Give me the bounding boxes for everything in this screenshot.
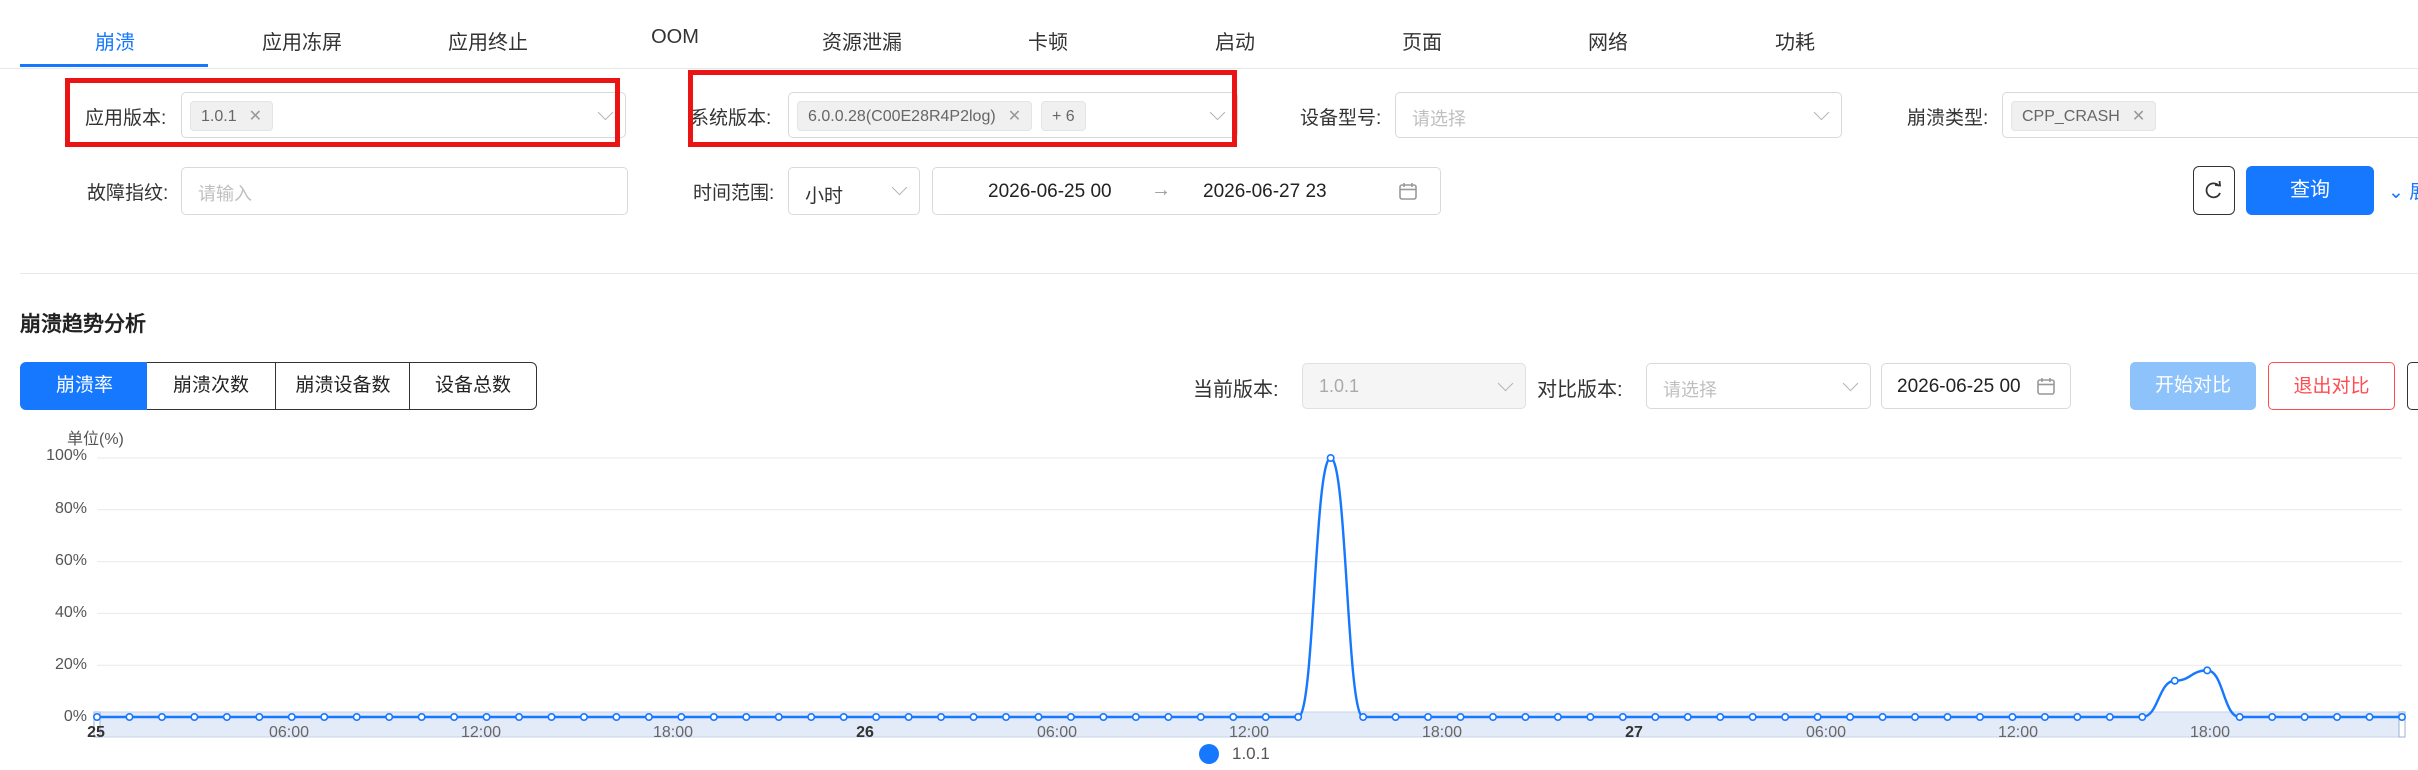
data-point — [93, 712, 102, 721]
data-point — [222, 712, 231, 721]
series-line — [96, 456, 2402, 719]
crash-rate-chart — [93, 453, 2407, 738]
data-point — [709, 712, 718, 721]
data-point — [287, 712, 296, 721]
data-point — [1294, 712, 1303, 721]
data-point — [2365, 712, 2374, 721]
x-tick-label: 12:00 — [1228, 724, 1270, 741]
data-point — [2073, 712, 2082, 721]
data-point — [1586, 712, 1595, 721]
data-point — [1781, 712, 1790, 721]
data-point — [579, 712, 588, 721]
data-point — [2138, 712, 2147, 721]
data-point — [1326, 453, 1335, 462]
data-point — [1911, 712, 1920, 721]
data-point — [2268, 712, 2277, 721]
data-point — [1521, 712, 1530, 721]
data-point — [2333, 712, 2342, 721]
x-tick-label: 27 — [1625, 724, 1643, 741]
x-tick-label: 26 — [856, 724, 874, 741]
data-point — [1683, 712, 1692, 721]
data-point — [385, 712, 394, 721]
x-tick-label: 18:00 — [652, 724, 694, 741]
data-point — [1488, 712, 1497, 721]
data-point — [1391, 712, 1400, 721]
data-point — [839, 712, 848, 721]
x-tick-label: 12:00 — [1997, 724, 2039, 741]
data-point — [1131, 712, 1140, 721]
data-point — [1359, 712, 1368, 721]
data-point — [1878, 712, 1887, 721]
data-point — [774, 712, 783, 721]
data-point — [1261, 712, 1270, 721]
data-point — [2040, 712, 2049, 721]
data-point — [157, 712, 166, 721]
data-point — [352, 712, 361, 721]
data-point — [1553, 712, 1562, 721]
data-point — [872, 712, 881, 721]
data-point — [1943, 712, 1952, 721]
data-point — [2105, 712, 2114, 721]
data-point — [450, 712, 459, 721]
data-point — [1424, 712, 1433, 721]
data-point — [969, 712, 978, 721]
data-point — [482, 712, 491, 721]
data-point — [255, 712, 264, 721]
data-point — [1066, 712, 1075, 721]
data-point — [515, 712, 524, 721]
data-point — [807, 712, 816, 721]
data-point — [1456, 712, 1465, 721]
data-point — [677, 712, 686, 721]
data-point — [937, 712, 946, 721]
data-point — [1651, 712, 1660, 721]
data-point — [644, 712, 653, 721]
data-point — [1196, 712, 1205, 721]
x-tick-label: 06:00 — [268, 724, 310, 741]
data-point — [2235, 712, 2244, 721]
data-point — [1164, 712, 1173, 721]
data-point — [1716, 712, 1725, 721]
data-point — [1846, 712, 1855, 721]
x-tick-label: 06:00 — [1036, 724, 1078, 741]
legend-label[interactable]: 1.0.1 — [1232, 744, 1270, 764]
data-point — [125, 712, 134, 721]
data-point — [1975, 712, 1984, 721]
x-tick-label: 12:00 — [460, 724, 502, 741]
data-point — [612, 712, 621, 721]
x-tick-label: 06:00 — [1805, 724, 1847, 741]
data-point — [547, 712, 556, 721]
x-tick-label: 25 — [87, 724, 105, 741]
data-point — [190, 712, 199, 721]
x-tick-label: 18:00 — [2189, 724, 2231, 741]
x-tick-label: 18:00 — [1421, 724, 1463, 741]
data-point — [2008, 712, 2017, 721]
data-point — [1034, 712, 1043, 721]
legend-marker[interactable] — [1199, 744, 1219, 764]
data-point — [1229, 712, 1238, 721]
data-point — [417, 712, 426, 721]
data-point — [2203, 666, 2212, 675]
data-point — [1748, 712, 1757, 721]
data-point — [1618, 712, 1627, 721]
data-point — [742, 712, 751, 721]
data-point — [2398, 712, 2407, 721]
data-point — [320, 712, 329, 721]
data-point — [1002, 712, 1011, 721]
data-point — [904, 712, 913, 721]
data-point — [2300, 712, 2309, 721]
data-point — [2170, 676, 2179, 685]
data-point — [1099, 712, 1108, 721]
data-point — [1813, 712, 1822, 721]
